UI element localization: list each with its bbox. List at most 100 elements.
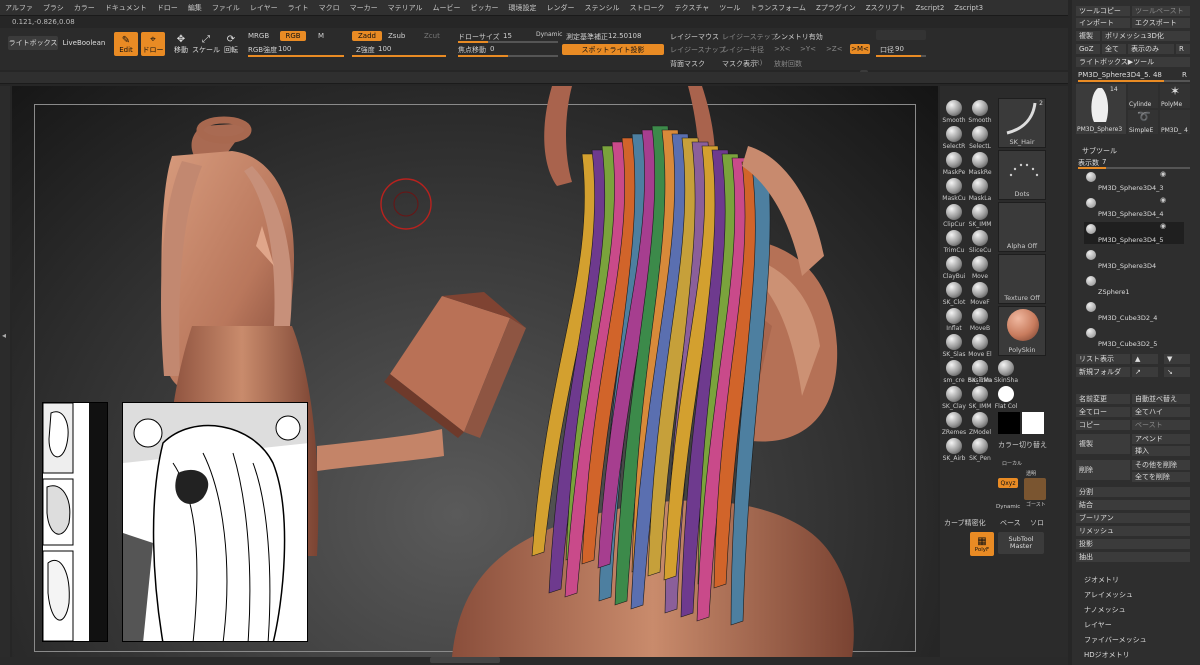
z-intensity-slider[interactable] — [352, 55, 446, 57]
symmetry-y[interactable]: >Y< — [800, 45, 816, 53]
liveboolean-button[interactable]: LiveBoolean — [60, 36, 108, 50]
project-section[interactable]: 投影 — [1076, 539, 1190, 549]
array-mesh-section[interactable]: アレイメッシュ — [1084, 590, 1133, 600]
eye-icon[interactable]: ◉ — [1160, 222, 1166, 230]
hair-brush-preview[interactable]: SK_Hair 2 — [998, 98, 1046, 148]
rotate-button[interactable]: ⟳ 回転 — [220, 32, 242, 56]
lightbox-button[interactable]: ライトボックス — [8, 36, 58, 50]
brush-sm-cre[interactable]: sm_cre — [942, 360, 966, 384]
menu-item[interactable]: ブラシ — [38, 3, 69, 13]
focal-shift-slider[interactable] — [458, 55, 558, 57]
menu-item[interactable]: テクスチャ — [670, 3, 715, 13]
eye-icon[interactable]: ◉ — [1160, 196, 1166, 204]
base-toggle[interactable]: ベース — [1000, 518, 1021, 528]
menu-item[interactable]: Zスクリプト — [861, 3, 911, 13]
draw-size-slider[interactable] — [458, 41, 558, 43]
texture-preview[interactable]: Texture Off — [998, 254, 1046, 304]
make-polymesh3d-button[interactable]: ポリメッシュ3D化 — [1102, 31, 1190, 41]
lazysnap-label[interactable]: レイジースナップ — [670, 45, 726, 55]
menu-item[interactable]: マクロ — [314, 3, 345, 13]
bottom-tray-handle[interactable] — [430, 657, 500, 663]
menu-item[interactable]: ドキュメント — [100, 3, 152, 13]
menu-item[interactable]: ライト — [283, 3, 314, 13]
subtool-item[interactable]: ◉ PM3D_Sphere3D4_4 — [1084, 196, 1184, 218]
local-toggle[interactable]: ローカル — [1002, 460, 1022, 467]
color-swatch-box[interactable] — [876, 30, 926, 40]
import-button[interactable]: インポート — [1076, 18, 1130, 28]
symmetry-m[interactable]: >M< — [850, 44, 870, 54]
menu-item[interactable]: 環境設定 — [504, 3, 542, 13]
visible-only-button[interactable]: 表示のみ — [1128, 44, 1174, 54]
edit-button[interactable]: ✎ Edit — [114, 32, 138, 56]
brush-maskla[interactable]: MaskLa — [968, 178, 992, 202]
subtool-item[interactable]: ◉ PM3D_Sphere3D4_5 — [1084, 222, 1184, 244]
subtool-item[interactable]: PM3D_Cube3D2_5 — [1084, 326, 1184, 348]
m-toggle[interactable]: M — [318, 32, 324, 40]
solo-toggle[interactable]: ソロ — [1030, 518, 1044, 528]
color-switch-button[interactable]: カラー切り替え — [998, 440, 1047, 450]
draw-button[interactable]: ⌖ ドロー — [141, 32, 165, 56]
material-skin-sh[interactable]: SkinSha — [994, 360, 1018, 384]
menu-item[interactable]: Zscript3 — [949, 4, 988, 12]
brush-moveb[interactable]: MoveB — [968, 308, 992, 332]
lazyradius-label[interactable]: レイジー半径 — [722, 45, 764, 55]
current-tool-name[interactable]: PM3D_Sphere3D4_5. 48 — [1078, 71, 1162, 79]
menu-item[interactable]: トランスフォーム — [745, 3, 811, 13]
mrgb-toggle[interactable]: MRGB — [248, 32, 269, 40]
brush-trimcu[interactable]: TrimCu — [942, 230, 966, 254]
visible-count-slider[interactable] — [1078, 167, 1190, 169]
extract-section[interactable]: 抽出 — [1076, 552, 1190, 562]
brush-slicecu[interactable]: SliceCu — [968, 230, 992, 254]
menu-item[interactable]: ステンシル — [580, 3, 625, 13]
brush-sk-pen[interactable]: SK_Pen — [968, 438, 992, 462]
zcut-toggle[interactable]: Zcut — [424, 32, 440, 40]
subtool-header[interactable]: サブツール — [1082, 146, 1117, 156]
material-flat-col[interactable]: Flat Col — [994, 386, 1018, 410]
lightbox-tools-button[interactable]: ライトボックス▶ツール — [1076, 57, 1190, 67]
hd-geometry-section[interactable]: HDジオメトリ — [1084, 650, 1130, 660]
brush-selectl[interactable]: SelectL — [968, 126, 992, 150]
fibermesh-section[interactable]: ファイバーメッシュ — [1084, 635, 1147, 645]
secondary-color-swatch[interactable] — [1022, 412, 1044, 434]
move-down-icon[interactable]: ▼ — [1164, 354, 1190, 364]
brush-sk-imm[interactable]: SK_IMM — [968, 204, 992, 228]
menu-item[interactable]: ストローク — [625, 3, 670, 13]
menu-item[interactable]: レイヤー — [245, 3, 283, 13]
zadd-toggle[interactable]: Zadd — [352, 31, 382, 41]
subtool-item[interactable]: PM3D_Cube3D2_4 — [1084, 300, 1184, 322]
subtool-item[interactable]: PM3D_Sphere3D4 — [1084, 248, 1184, 270]
tool-thumbnail-polymesh[interactable]: ✶ PolyMe — [1160, 84, 1190, 108]
tool-paste-button[interactable]: ツールペースト — [1132, 6, 1190, 16]
brush-move-el[interactable]: Move El — [968, 334, 992, 358]
all-high-button[interactable]: 全てハイ — [1132, 407, 1190, 417]
radial-count-label[interactable]: 放射回数 — [774, 59, 802, 69]
brush-sk-clay[interactable]: SK_Clay — [942, 386, 966, 410]
main-color-swatch[interactable] — [998, 412, 1020, 434]
brush-clipcur[interactable]: ClipCur — [942, 204, 966, 228]
brush-movef[interactable]: MoveF — [968, 282, 992, 306]
goz-r-button[interactable]: R — [1176, 44, 1190, 54]
curve-refine-button[interactable]: カーブ精密化 — [944, 518, 986, 528]
menu-item[interactable]: Zscript2 — [911, 4, 950, 12]
symmetry-x[interactable]: >X< — [774, 45, 791, 53]
brush-selectr[interactable]: SelectR — [942, 126, 966, 150]
rename-button[interactable]: 名前変更 — [1076, 394, 1130, 404]
tray-arrow-icon[interactable]: ◂ — [2, 331, 6, 340]
transparent-toggle[interactable]: 透明 — [1026, 470, 1036, 477]
brush-sk-clot[interactable]: SK_Clot — [942, 282, 966, 306]
brush-move[interactable]: Move — [968, 256, 992, 280]
menu-item[interactable]: ムービー — [428, 3, 466, 13]
paste-button[interactable]: ペースト — [1132, 420, 1190, 430]
duplicate-button[interactable]: 複製 — [1076, 434, 1130, 454]
subtool-item[interactable]: ◉ PM3D_Sphere3D4_3 — [1084, 170, 1184, 192]
current-tool-r[interactable]: R — [1182, 71, 1187, 79]
goz-button[interactable]: GoZ — [1076, 44, 1100, 54]
scale-button[interactable]: ⤢ スケール — [192, 32, 220, 56]
new-folder-button[interactable]: 新規フォルダ — [1076, 367, 1130, 377]
rgb-intensity-slider[interactable] — [248, 55, 344, 57]
subtool-item[interactable]: ZSphere1 — [1084, 274, 1184, 296]
brush-maskre[interactable]: MaskRe — [968, 152, 992, 176]
ghost-toggle[interactable] — [1024, 478, 1046, 500]
move-up-icon[interactable]: ▲ — [1132, 354, 1158, 364]
zsub-toggle[interactable]: Zsub — [388, 32, 405, 40]
